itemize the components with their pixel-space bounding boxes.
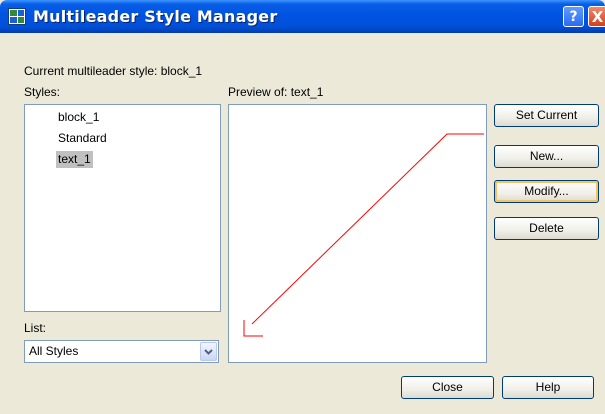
new-button[interactable]: New... [494, 145, 599, 168]
list-label: List: [24, 321, 47, 335]
list-filter-value: All Styles [29, 344, 79, 358]
delete-button[interactable]: Delete [494, 217, 599, 240]
leader-landing-line [251, 133, 484, 325]
style-item-text-1[interactable]: text_1 [56, 151, 93, 168]
styles-list[interactable]: block_1 Standard text_1 [24, 104, 221, 312]
title-bar[interactable]: Multileader Style Manager ? X [0, 0, 605, 33]
chevron-down-icon[interactable] [200, 342, 217, 361]
style-preview [228, 104, 487, 363]
title-help-button[interactable]: ? [563, 6, 584, 27]
style-item-standard[interactable]: Standard [56, 130, 109, 147]
multileader-style-icon [8, 8, 26, 25]
style-item-block-1[interactable]: block_1 [56, 109, 101, 126]
help-button[interactable]: Help [502, 376, 594, 399]
window-title: Multileader Style Manager [33, 7, 278, 26]
close-button[interactable]: Close [401, 376, 494, 399]
styles-label: Styles: [24, 85, 61, 99]
current-style-label: Current multileader style: block_1 [24, 64, 203, 78]
modify-button[interactable]: Modify... [494, 180, 599, 203]
set-current-button[interactable]: Set Current [494, 104, 599, 127]
multileader-style-manager-dialog: Multileader Style Manager ? X Current mu… [0, 0, 605, 414]
title-close-button[interactable]: X [588, 6, 605, 27]
preview-label: Preview of: text_1 [228, 85, 324, 99]
list-filter-select[interactable]: All Styles [24, 340, 219, 363]
leader-preview-drawing [243, 133, 484, 337]
